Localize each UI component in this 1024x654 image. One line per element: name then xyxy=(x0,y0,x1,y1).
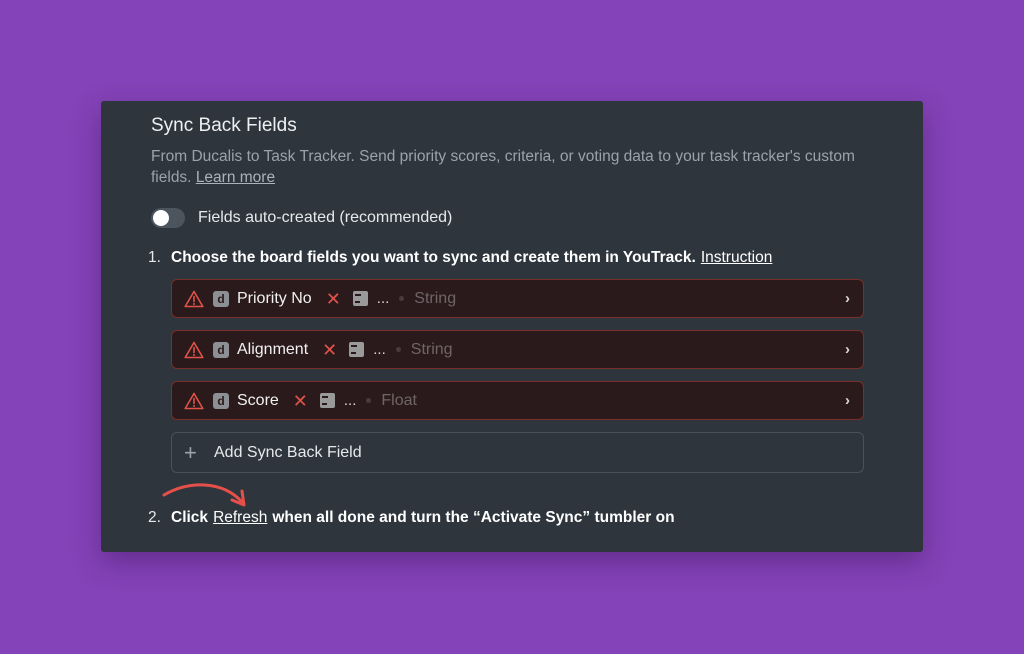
field-name: Alignment xyxy=(237,340,309,358)
warning-icon xyxy=(184,290,204,307)
chevron-right-icon: › xyxy=(845,392,850,409)
chevron-right-icon: › xyxy=(845,341,850,358)
panel-description: From Ducalis to Task Tracker. Send prior… xyxy=(151,146,881,188)
step-1-text: Choose the board fields you want to sync… xyxy=(171,249,696,266)
youtrack-icon xyxy=(352,291,368,306)
step-1: 1. Choose the board fields you want to s… xyxy=(148,249,777,267)
step-1-number: 1. xyxy=(148,249,161,266)
ducalis-badge-icon: d xyxy=(213,341,229,358)
annotation-arrow-icon xyxy=(162,483,246,507)
sync-field-row[interactable]: d Priority No ✕ ... String › xyxy=(171,279,864,318)
tracker-field-ellipsis: ... xyxy=(343,392,357,409)
warning-icon xyxy=(184,341,204,358)
instruction-link[interactable]: Instruction xyxy=(701,249,773,267)
plus-icon: + xyxy=(184,439,197,465)
panel-title: Sync Back Fields xyxy=(151,115,297,136)
auto-create-toggle[interactable] xyxy=(151,208,185,228)
field-type: String xyxy=(410,340,453,358)
close-icon[interactable]: ✕ xyxy=(322,341,337,359)
sync-field-row[interactable]: d Alignment ✕ ... String › xyxy=(171,330,864,369)
tracker-field-ellipsis: ... xyxy=(376,290,390,307)
auto-create-toggle-row: Fields auto-created (recommended) xyxy=(151,208,452,228)
field-type: String xyxy=(414,289,457,307)
field-name: Score xyxy=(237,391,279,409)
youtrack-icon xyxy=(319,393,335,408)
close-icon[interactable]: ✕ xyxy=(326,290,341,308)
youtrack-icon xyxy=(349,342,365,357)
field-type: Float xyxy=(381,391,417,409)
learn-more-link[interactable]: Learn more xyxy=(196,169,275,186)
separator-dot xyxy=(395,347,401,352)
warning-icon xyxy=(184,392,204,409)
separator-dot xyxy=(366,398,372,403)
step-2-suffix: when all done and turn the “Activate Syn… xyxy=(272,509,675,526)
chevron-right-icon: › xyxy=(845,290,850,307)
toggle-label: Fields auto-created (recommended) xyxy=(198,209,453,226)
sync-field-row[interactable]: d Score ✕ ... Float › xyxy=(171,381,864,420)
sync-fields-list: d Priority No ✕ ... String › d Alignment… xyxy=(171,279,864,473)
close-icon[interactable]: ✕ xyxy=(293,392,308,410)
field-name: Priority No xyxy=(237,289,312,307)
tracker-field-ellipsis: ... xyxy=(373,341,386,358)
add-sync-back-field-button[interactable]: + Add Sync Back Field xyxy=(171,432,864,473)
toggle-knob xyxy=(153,210,169,226)
separator-dot xyxy=(399,296,405,301)
add-field-label: Add Sync Back Field xyxy=(214,443,362,461)
ducalis-badge-icon: d xyxy=(213,290,229,307)
ducalis-badge-icon: d xyxy=(213,392,229,409)
